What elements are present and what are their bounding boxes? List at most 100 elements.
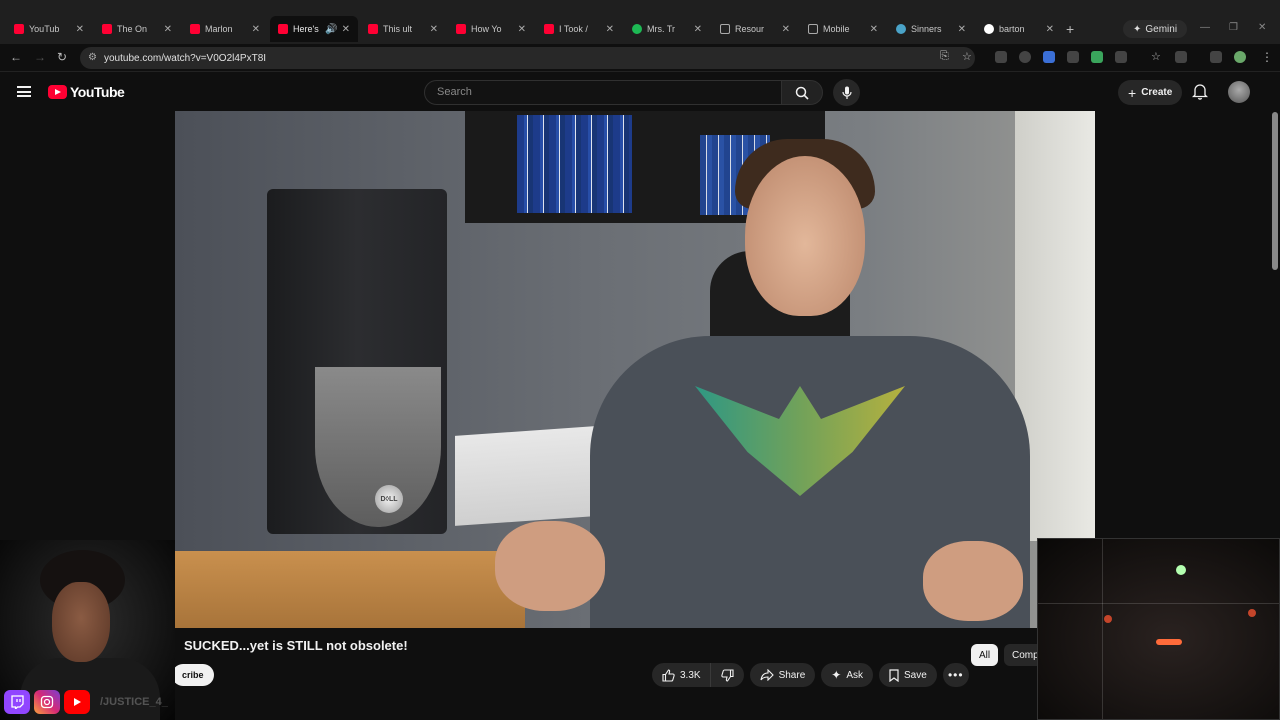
camera-light [1176,565,1186,575]
browser-tab[interactable]: Sinners ✕ [888,16,974,42]
close-tab-icon[interactable]: ✕ [518,24,526,35]
youtube-favicon-icon [102,24,112,34]
search-button[interactable] [781,80,823,105]
spotify-favicon-icon [632,24,642,34]
audio-playing-icon[interactable]: 🔊 [325,24,337,35]
browser-tab[interactable]: Resour ✕ [712,16,798,42]
youtube-header: YouTube Search + Create [0,72,1280,112]
camera-light [1248,609,1256,617]
close-window-icon[interactable]: ✕ [1258,22,1266,33]
create-button[interactable]: + Create [1118,80,1183,105]
share-label: Share [778,669,806,681]
tab-title: Here's [293,24,319,34]
tab-title: This ult [383,24,413,34]
browser-tab[interactable]: How Yo ✕ [448,16,534,42]
more-actions-button[interactable]: ••• [942,663,969,687]
video-frame-hand [495,521,605,611]
close-tab-icon[interactable]: ✕ [164,24,172,35]
chip-all[interactable]: All [971,644,999,666]
url-text: youtube.com/watch?v=V0O2l4PxT8I [104,52,267,64]
puzzle-icon[interactable] [1115,51,1127,63]
reload-icon[interactable]: ↻ [57,50,67,64]
video-player[interactable]: D◊LL [175,111,1095,628]
tab-title: The On [117,24,148,34]
video-title: SUCKED...yet is STILL not obsolete! [184,638,408,653]
notifications-button[interactable] [1192,83,1208,100]
menu-icon[interactable] [17,86,31,97]
instagram-icon [34,690,60,714]
bookmark-star-icon[interactable]: ☆ [962,50,972,63]
browser-tab[interactable]: Mrs. Tr ✕ [624,16,710,42]
ask-button[interactable]: ✦ Ask [821,663,873,687]
close-tab-icon[interactable]: ✕ [430,24,438,35]
youtube-favicon-icon [14,24,24,34]
google-favicon-icon [984,24,994,34]
cast-icon[interactable]: ⎘ [940,50,949,63]
bookmark-icon [889,668,899,682]
tab-title: Sinners [911,24,942,34]
bookmarks-icon[interactable]: ☆ [1151,50,1161,63]
microphone-icon [841,86,852,99]
reading-list-icon[interactable] [1210,51,1222,63]
tab-title: Mobile [823,24,850,34]
side-panel-icon[interactable] [1175,51,1187,63]
close-tab-icon[interactable]: ✕ [782,24,790,35]
like-button[interactable]: 3.3K [652,663,710,687]
gemini-button[interactable]: ✦ Gemini [1123,20,1188,38]
forward-arrow-icon[interactable]: → [34,50,46,64]
share-button[interactable]: Share [749,663,816,687]
like-count: 3.3K [680,669,701,681]
sparkle-icon: ✦ [831,668,842,682]
close-tab-icon[interactable]: ✕ [76,24,84,35]
browser-tab[interactable]: Mobile ✕ [800,16,886,42]
browser-menu-icon[interactable]: ⋮ [1261,50,1273,64]
youtube-logo-text: YouTube [70,84,125,100]
close-tab-icon[interactable]: ✕ [342,24,350,35]
browser-tab[interactable]: YouTub ✕ [6,16,92,42]
page-favicon-icon [896,24,906,34]
voice-search-button[interactable] [833,79,860,106]
close-tab-icon[interactable]: ✕ [958,24,966,35]
save-label: Save [904,669,927,681]
browser-tab[interactable]: The On ✕ [94,16,180,42]
address-bar[interactable]: ⚙ youtube.com/watch?v=V0O2l4PxT8I [80,47,975,69]
close-tab-icon[interactable]: ✕ [606,24,614,35]
close-tab-icon[interactable]: ✕ [870,24,878,35]
shield-extension-icon[interactable] [1067,51,1079,63]
tab-title: I Took / [559,24,588,34]
save-button[interactable]: Save [879,663,937,687]
webcam-face [52,582,110,662]
youtube-play-icon [48,85,67,99]
close-tab-icon[interactable]: ✕ [1046,24,1054,35]
restore-icon[interactable]: ❐ [1229,22,1238,33]
thumbs-up-icon [662,668,675,682]
account-avatar[interactable] [1228,81,1250,103]
page-favicon-icon [808,24,818,34]
youtube-logo[interactable]: YouTube [48,84,125,100]
close-tab-icon[interactable]: ✕ [252,24,260,35]
page-scrollbar[interactable] [1272,112,1278,270]
video-frame-hand [923,541,1023,621]
camera-light [1156,639,1182,645]
search-input[interactable]: Search [424,80,782,105]
extension-icon[interactable] [995,51,1007,63]
dislike-button[interactable] [709,663,744,687]
subscribe-button[interactable]: cribe [172,664,214,686]
page-favicon-icon [720,24,730,34]
profile-icon[interactable] [1234,51,1246,63]
browser-tab[interactable]: I Took / ✕ [536,16,622,42]
video-frame-face [745,156,865,316]
browser-tab-active[interactable]: Here's 🔊 ✕ [270,16,358,42]
close-tab-icon[interactable]: ✕ [694,24,702,35]
pc-logo-badge: D◊LL [375,485,403,513]
new-tab-button[interactable]: + [1066,21,1074,37]
browser-tab[interactable]: This ult ✕ [360,16,446,42]
extension-icon[interactable] [1043,51,1055,63]
browser-tab[interactable]: Marlon ✕ [182,16,268,42]
extension-icon[interactable] [1091,51,1103,63]
browser-tab[interactable]: barton ✕ [976,16,1062,42]
power-extension-icon[interactable] [1019,51,1031,63]
site-info-icon[interactable]: ⚙ [88,52,97,63]
minimize-icon[interactable]: — [1200,22,1210,33]
back-arrow-icon[interactable]: ← [10,50,22,64]
